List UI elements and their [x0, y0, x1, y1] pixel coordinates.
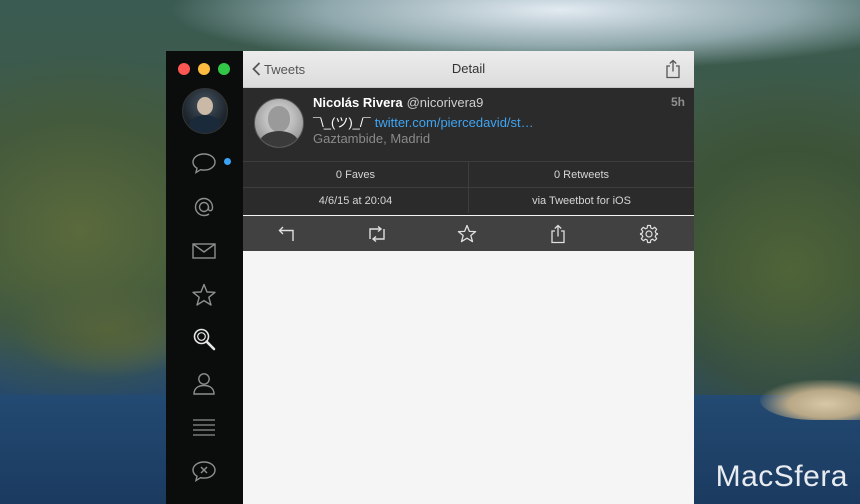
muted-bubble-icon — [192, 461, 216, 482]
retweets-count[interactable]: 0 Retweets — [469, 161, 694, 187]
replies-area — [243, 251, 694, 504]
share-tweet-button[interactable] — [547, 223, 569, 245]
page-title: Detail — [451, 61, 486, 76]
author-display-name[interactable]: Nicolás Rivera — [313, 95, 403, 110]
sidebar-item-profile[interactable] — [190, 369, 218, 397]
unread-indicator — [224, 158, 231, 165]
beach — [760, 380, 860, 420]
author-handle[interactable]: @nicorivera9 — [407, 95, 484, 110]
tweet-source: via Tweetbot for iOS — [469, 187, 694, 213]
titlebar: Tweets Detail — [243, 51, 694, 88]
gear-icon — [639, 224, 659, 244]
at-mention-icon — [194, 197, 214, 217]
tweet-date: 4/6/15 at 20:04 — [243, 187, 469, 213]
tweet[interactable]: Nicolás Rivera @nicorivera9 5h ¯\_(ツ)_/¯ t… — [243, 88, 694, 160]
reply-icon — [278, 226, 294, 241]
envelope-icon — [192, 243, 216, 259]
retweet-icon — [369, 225, 385, 243]
search-icon — [193, 328, 216, 351]
tweet-action-bar — [243, 216, 694, 251]
sidebar-item-timeline[interactable] — [190, 149, 218, 177]
author-name[interactable]: Nicolás Rivera @nicorivera9 — [313, 95, 483, 110]
faves-count[interactable]: 0 Faves — [243, 161, 469, 187]
sidebar-item-mute[interactable] — [190, 457, 218, 485]
reply-button[interactable] — [277, 223, 299, 245]
minimize-window-button[interactable] — [198, 63, 210, 75]
share-icon — [551, 224, 565, 244]
tweet-options-button[interactable] — [638, 223, 660, 245]
sidebar — [166, 51, 243, 504]
author-avatar[interactable] — [254, 98, 304, 148]
sidebar-item-mentions[interactable] — [190, 193, 218, 221]
tweet-detail-window: Tweets Detail Nicolás Rivera @nicorivera9… — [243, 51, 694, 504]
speech-bubble-icon — [192, 153, 216, 174]
tweet-location[interactable]: Gaztambide, Madrid — [313, 131, 430, 146]
tweet-link[interactable]: twitter.com/piercedavid/st… — [375, 115, 534, 130]
account-avatar[interactable] — [182, 88, 228, 134]
sidebar-item-messages[interactable] — [190, 237, 218, 265]
person-icon — [193, 373, 215, 395]
tweet-text: ¯\_(ツ)_/¯ twitter.com/piercedavid/st… — [313, 112, 534, 131]
tweet-time: 5h — [670, 95, 685, 109]
sidebar-item-search[interactable] — [190, 325, 218, 353]
watermark: MacSfera — [715, 460, 848, 493]
sidebar-item-lists[interactable] — [190, 413, 218, 441]
star-icon — [192, 283, 216, 306]
close-window-button[interactable] — [178, 63, 190, 75]
lists-icon — [193, 419, 215, 436]
tweet-text-body: ¯\_(ツ)_/¯ — [313, 115, 371, 130]
star-icon — [457, 224, 477, 243]
share-icon — [666, 59, 680, 79]
favorite-button[interactable] — [456, 223, 478, 245]
retweet-button[interactable] — [366, 223, 388, 245]
maximize-window-button[interactable] — [218, 63, 230, 75]
share-button[interactable] — [664, 59, 682, 79]
tweet-stats: 0 Faves 0 Retweets 4/6/15 at 20:04 via T… — [243, 160, 694, 215]
sidebar-item-favorites[interactable] — [190, 281, 218, 309]
